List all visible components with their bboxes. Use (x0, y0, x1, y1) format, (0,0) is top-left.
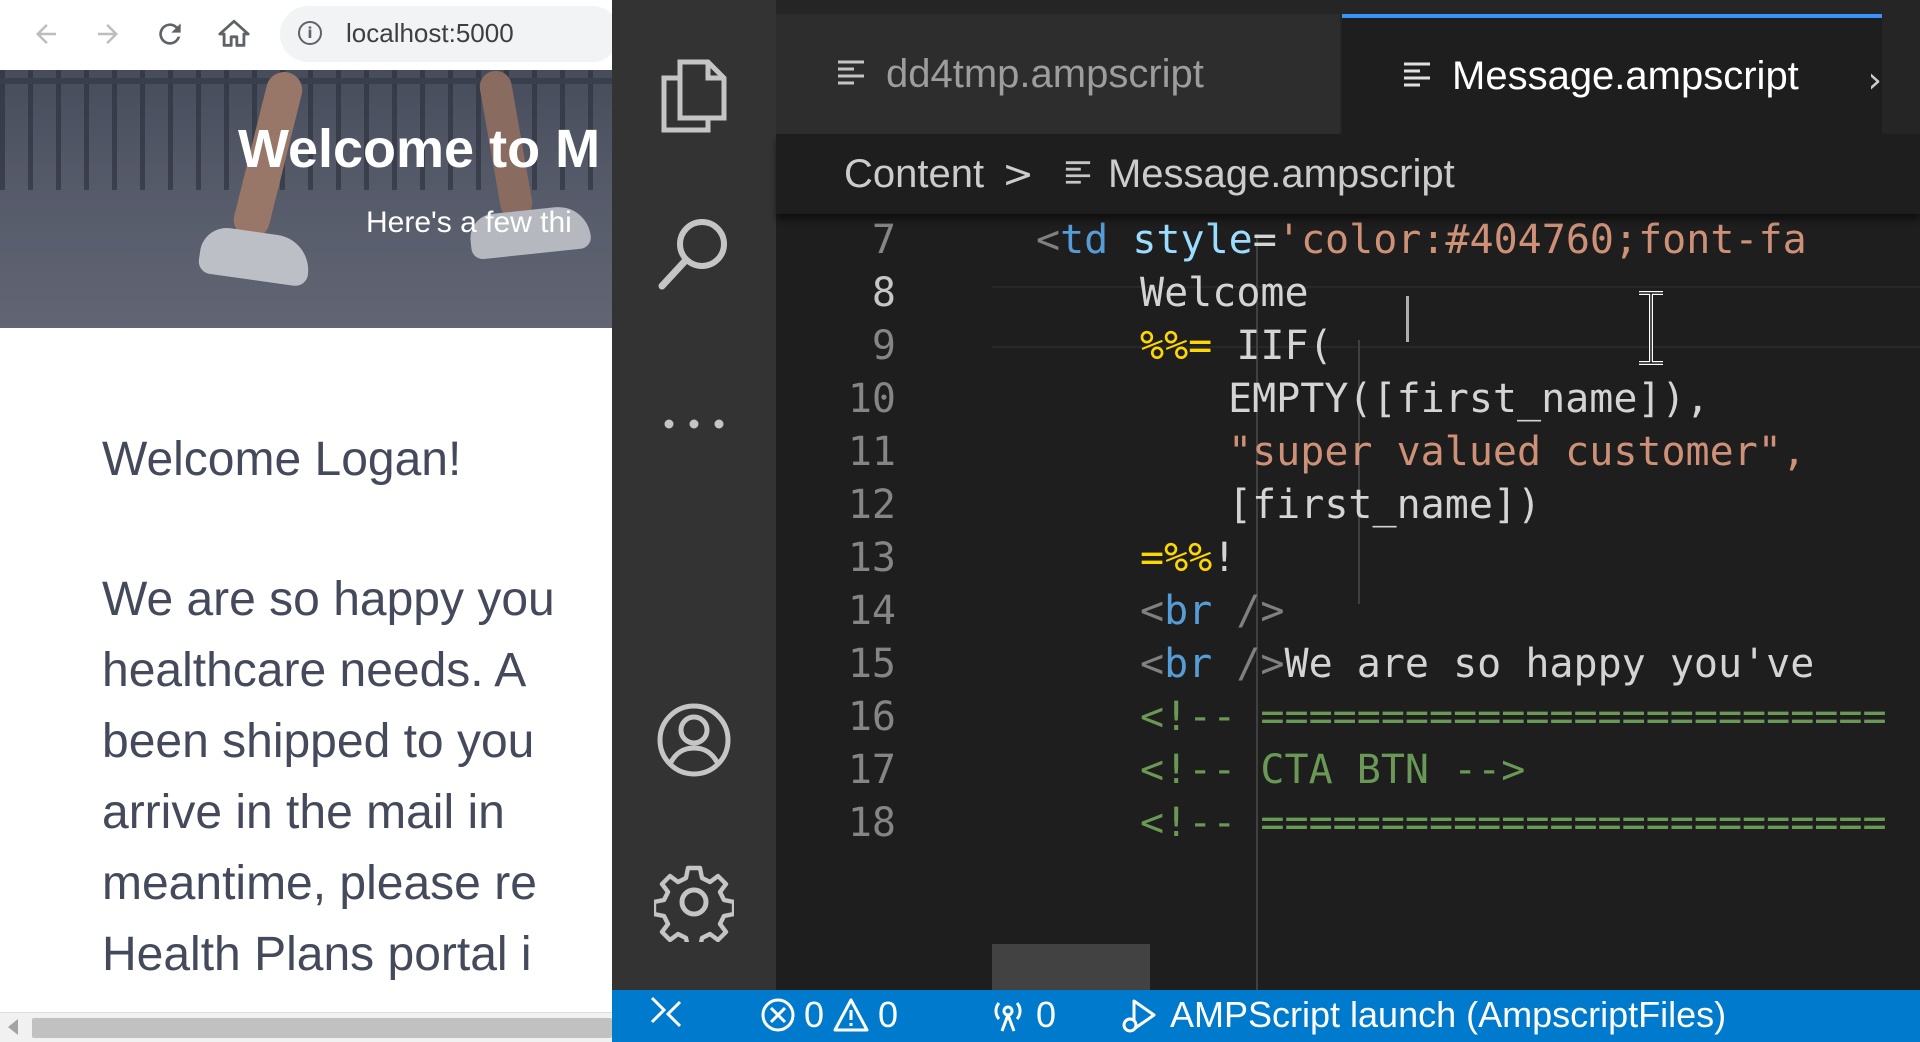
activity-bar (612, 0, 776, 990)
code-token: <!-- ========================== (1140, 694, 1887, 740)
code-token: IIF( (1212, 323, 1333, 369)
tab-label: Message.ampscript (1452, 53, 1799, 98)
hero-title: Welcome to M (238, 119, 601, 179)
breadcrumb-folder[interactable]: Content (844, 152, 984, 197)
editor-tabs-bar: dd4tmp.ampscript Message.ampscript › ⋮ (776, 0, 1920, 134)
hero-overlay (0, 70, 612, 328)
line-number: 18 (847, 800, 896, 846)
code-token: td (1060, 217, 1109, 263)
greeting-text: Welcome Logan! (102, 433, 462, 486)
launch-label: AMPScript launch (AmpscriptFiles) (1170, 994, 1727, 1035)
url-text[interactable]: localhost:5000 (346, 18, 514, 49)
code-token: [first_name]) (1228, 482, 1542, 528)
file-lines-icon (1064, 158, 1092, 190)
code-token: <!-- CTA BTN --> (1140, 747, 1526, 793)
browser-window: i localhost:5000 Welcome to M Here's a f… (0, 0, 612, 1042)
tab-label: dd4tmp.ampscript (886, 51, 1204, 96)
body-line: been shipped to you (102, 715, 535, 768)
scroll-left-arrow-icon[interactable] (8, 1019, 18, 1035)
code-token: /> (1212, 588, 1285, 634)
body-line: Health Plans portal i (102, 928, 532, 981)
body-line: arrive in the mail in (102, 786, 505, 839)
scrollbar-thumb[interactable] (32, 1018, 612, 1038)
remote-icon[interactable] (646, 992, 686, 1041)
body-line: meantime, please re (102, 857, 537, 910)
back-arrow-icon[interactable] (24, 12, 68, 56)
accounts-icon[interactable] (654, 700, 734, 780)
hero-subtitle: Here's a few thi (366, 206, 572, 239)
code-token: "super valued customer", (1228, 429, 1806, 475)
browser-horizontal-scrollbar[interactable] (0, 1012, 612, 1042)
gear-icon[interactable] (654, 862, 734, 942)
ports-indicator[interactable]: 0 (988, 994, 1056, 1036)
tab-dd4tmp[interactable]: dd4tmp.ampscript (776, 14, 1340, 134)
vscode-window: dd4tmp.ampscript Message.ampscript › ⋮ C… (612, 0, 1920, 1042)
info-icon[interactable]: i (298, 21, 322, 45)
code-text: <!-- ========================== (1140, 791, 1887, 856)
editor-scrollbar-thumb[interactable] (992, 944, 1150, 990)
code-token: br (1164, 588, 1213, 634)
code-editor[interactable]: 7 <td style='color:#404760;font-fa 8 Welcom… (776, 214, 1920, 990)
code-token: < (1036, 217, 1061, 263)
more-ellipsis-icon[interactable] (654, 384, 734, 464)
warning-count: 0 (878, 994, 899, 1035)
code-token: style (1108, 217, 1253, 263)
search-icon[interactable] (654, 214, 734, 294)
body-paragraph: We are so happy you healthcare needs. A … (102, 564, 555, 990)
file-lines-icon (1402, 59, 1432, 93)
file-lines-icon (836, 57, 866, 91)
ibeam-cursor-icon (1636, 290, 1666, 366)
error-icon (761, 998, 795, 1032)
error-count: 0 (804, 994, 825, 1035)
code-token: = (1252, 217, 1277, 263)
body-line: We are so happy you (102, 573, 555, 626)
ports-count: 0 (1036, 994, 1057, 1035)
body-line: healthcare needs. A (102, 644, 527, 697)
code-token: ! (1212, 535, 1237, 581)
chevron-right-icon: > (1002, 152, 1034, 196)
forward-arrow-icon[interactable] (86, 12, 130, 56)
breadcrumb-file[interactable]: Message.ampscript (1108, 152, 1455, 197)
launch-config[interactable]: AMPScript launch (AmpscriptFiles) (1120, 994, 1726, 1036)
hero-banner: Welcome to M Here's a few thi (0, 70, 612, 328)
code-token: <!-- ========================== (1140, 800, 1887, 846)
broadcast-icon (994, 1002, 1022, 1032)
browser-toolbar: i localhost:5000 (0, 0, 612, 71)
tab-message[interactable]: Message.ampscript › (1342, 14, 1882, 134)
code-token: =%% (1140, 535, 1213, 581)
editor-actions-icon[interactable]: ⋮ (1908, 40, 1920, 81)
address-bar[interactable]: i localhost:5000 (280, 6, 612, 62)
reload-icon[interactable] (148, 12, 192, 56)
tab-close-icon[interactable]: › (1868, 60, 1882, 101)
code-token: We are so happy you've (1284, 641, 1815, 687)
breadcrumb: Content > Message.ampscript (776, 134, 1920, 214)
text-cursor (1406, 296, 1409, 342)
explorer-files-icon[interactable] (654, 56, 734, 136)
code-line[interactable]: 18 <!-- ========================== (776, 791, 1920, 856)
code-token: 'color:#404760;font-fa (1276, 217, 1807, 263)
code-token: %%= (1140, 323, 1213, 369)
home-icon[interactable] (212, 12, 256, 56)
status-bar: 0 0 0 AMPScript launch (AmpscriptFiles) (612, 990, 1920, 1042)
code-token: Welcome (1140, 270, 1333, 316)
code-token: < (1140, 588, 1165, 634)
warning-icon (833, 998, 869, 1032)
code-token: br (1164, 641, 1213, 687)
code-token: EMPTY([first_name]), (1228, 376, 1710, 422)
code-token: < (1140, 641, 1165, 687)
debug-run-icon (1122, 999, 1156, 1033)
code-token: /> (1212, 641, 1285, 687)
problems-indicator[interactable]: 0 0 (760, 994, 898, 1036)
email-content: Welcome Logan! We are so happy you healt… (0, 328, 612, 1012)
